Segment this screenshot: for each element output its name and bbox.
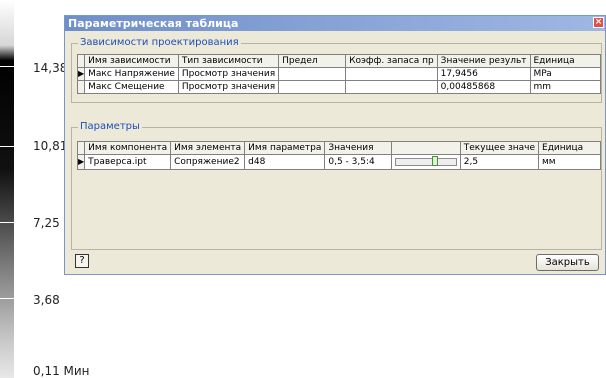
row-selector[interactable]: ▶: [76, 154, 86, 170]
column-header[interactable]: Единица: [529, 54, 601, 68]
table-header-row: Имя компонента Имя элемента Имя параметр…: [76, 141, 601, 155]
table-cell[interactable]: mm: [529, 80, 601, 94]
table-cell[interactable]: Траверса.ipt: [84, 154, 172, 170]
row-header-corner: [76, 54, 86, 68]
close-button[interactable]: Закрыть: [536, 254, 599, 271]
legend-tick: [0, 298, 14, 299]
row-selector[interactable]: ▶: [76, 67, 86, 81]
parameters-table: Имя компонента Имя элемента Имя параметр…: [76, 141, 601, 170]
table-cell[interactable]: Просмотр значения: [177, 80, 280, 94]
table-cell[interactable]: мм: [538, 154, 601, 170]
column-header[interactable]: Значение результ: [436, 54, 531, 68]
table-cell[interactable]: 17,9456: [436, 67, 531, 81]
table-header-row: Имя зависимости Тип зависимости Предел К…: [76, 54, 601, 68]
row-pointer-icon: ▶: [78, 157, 85, 166]
row-selector[interactable]: [76, 80, 86, 94]
table-cell[interactable]: Просмотр значения: [177, 67, 280, 81]
legend-label: 7,25: [33, 216, 60, 230]
dialog-titlebar[interactable]: Параметрическая таблица ×: [65, 16, 605, 31]
table-cell[interactable]: Макс Смещение: [84, 80, 179, 94]
legend-label-min: 0,11 Мин: [33, 364, 90, 378]
value-slider-cell[interactable]: [390, 154, 461, 170]
column-header-slider[interactable]: [390, 141, 461, 155]
column-header[interactable]: Имя зависимости: [84, 54, 179, 68]
column-header[interactable]: Тип зависимости: [177, 54, 280, 68]
legend-tick: [0, 222, 14, 223]
close-icon[interactable]: ×: [593, 17, 604, 28]
table-cell[interactable]: d48: [244, 154, 326, 170]
column-header[interactable]: Единица: [538, 141, 601, 155]
dialog-title: Параметрическая таблица: [68, 17, 239, 30]
table-cell[interactable]: 2,5: [459, 154, 540, 170]
dependencies-group: Зависимости проектирования Имя зависимос…: [71, 37, 602, 103]
column-header[interactable]: Имя элемента: [170, 141, 246, 155]
legend-label: 3,68: [33, 293, 60, 307]
table-cell[interactable]: [345, 80, 438, 94]
help-icon[interactable]: ?: [75, 254, 89, 268]
dependencies-group-label: Зависимости проектирования: [78, 37, 241, 48]
value-slider[interactable]: [394, 156, 457, 166]
table-cell[interactable]: 0,5 - 3,5:4: [324, 154, 392, 170]
dependencies-table: Имя зависимости Тип зависимости Предел К…: [76, 54, 601, 94]
table-row[interactable]: Макс Смещение Просмотр значения 0,004858…: [76, 80, 601, 94]
parametric-table-dialog: Параметрическая таблица × Зависимости пр…: [64, 15, 606, 275]
parameters-group: Параметры Имя компонента Имя элемента Им…: [71, 121, 602, 250]
table-cell[interactable]: Макс Напряжение: [84, 67, 179, 81]
table-cell[interactable]: Сопряжение2: [170, 154, 246, 170]
legend-label: 14,38: [33, 61, 68, 75]
column-header[interactable]: Имя параметра: [244, 141, 326, 155]
legend-tick: [0, 146, 14, 147]
column-header[interactable]: Коэфф. запаса пр: [345, 54, 438, 68]
table-cell[interactable]: MPa: [529, 67, 601, 81]
column-header[interactable]: Значения: [324, 141, 392, 155]
legend-tick: [0, 66, 14, 67]
table-cell[interactable]: [345, 67, 438, 81]
column-header[interactable]: Предел: [278, 54, 347, 68]
row-pointer-icon: ▶: [78, 69, 85, 78]
column-header[interactable]: Текущее значе: [459, 141, 540, 155]
table-row[interactable]: ▶ Траверса.ipt Сопряжение2 d48 0,5 - 3,5…: [76, 154, 601, 170]
slider-thumb[interactable]: [431, 156, 438, 166]
table-cell[interactable]: 0,00485868: [436, 80, 531, 94]
color-legend-bar: [0, 0, 14, 378]
table-row[interactable]: ▶ Макс Напряжение Просмотр значения 17,9…: [76, 67, 601, 81]
table-cell[interactable]: [278, 67, 347, 81]
legend-label: 10,81: [33, 139, 68, 153]
row-header-corner: [76, 141, 86, 155]
column-header[interactable]: Имя компонента: [84, 141, 172, 155]
table-cell[interactable]: [278, 80, 347, 94]
parameters-group-label: Параметры: [78, 121, 142, 132]
